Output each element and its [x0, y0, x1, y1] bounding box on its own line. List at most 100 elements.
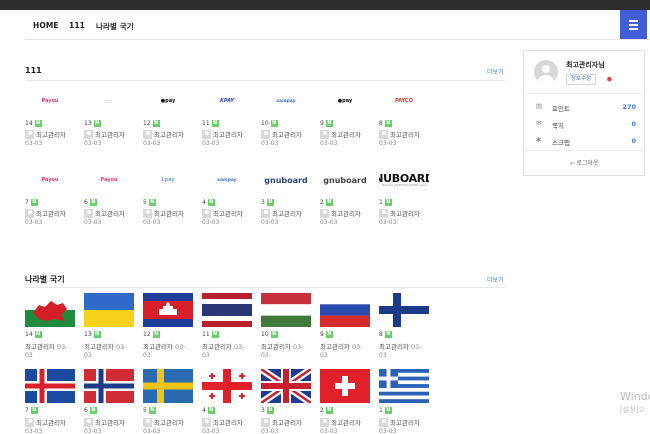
author-avatar-icon [379, 208, 388, 218]
post-thumbnail[interactable] [320, 369, 370, 403]
post-author: 최고관리자 03- [320, 343, 363, 351]
gallery-post-card[interactable]: ●pay 9 N 최고관리자 03-03 [320, 86, 370, 147]
gallery-post-card[interactable]: sampay 4 N 최고관리자 03-03 [202, 165, 252, 226]
profile-row-value[interactable]: 0 [631, 137, 636, 145]
post-thumbnail[interactable]: Payou [25, 86, 75, 116]
post-author: 최고관리자 03- [143, 343, 186, 351]
post-thumbnail[interactable] [25, 293, 75, 327]
point-icon: ▤ [536, 102, 543, 110]
post-date: 03-03 [202, 428, 220, 434]
flag-post-card[interactable]: 4 N 최고관리자 03-03 [202, 369, 252, 434]
post-number: 5 [143, 199, 147, 206]
gallery-post-card[interactable]: gnuboard 2 N 최고관리자 03-03 [320, 165, 370, 226]
section-title-111: 111 [25, 66, 42, 75]
post-thumbnail[interactable] [84, 369, 134, 403]
post-thumbnail[interactable] [202, 293, 252, 327]
flag-post-card[interactable]: 10 N 최고관리자 03- 03 [261, 293, 311, 359]
profile-row-value[interactable]: 270 [622, 103, 636, 111]
flag-post-card[interactable]: 12 N 최고관리자 03- 03 [143, 293, 193, 359]
flag-post-card[interactable]: 11 N 최고관리자 03- 03 [202, 293, 252, 359]
new-badge: N [325, 199, 333, 206]
gallery-post-card[interactable]: KPAY 11 N 최고관리자 03-03 [202, 86, 252, 147]
gallery-post-card[interactable]: PAYCO 8 N 최고관리자 03-03 [379, 86, 429, 147]
new-badge: N [270, 120, 278, 127]
nav-111[interactable]: 111 [69, 21, 85, 30]
post-thumbnail[interactable]: sampay [202, 165, 252, 195]
post-thumbnail[interactable]: gnuboard [320, 165, 370, 195]
gallery-post-card[interactable]: Payou 7 N 최고관리자 03-03 [25, 165, 75, 226]
post-number: 10 [261, 120, 269, 127]
post-author: 최고관리자 [261, 417, 311, 427]
flag-post-card[interactable]: 1 N 최고관리자 03-03 [379, 369, 429, 434]
post-thumbnail[interactable]: ●pay [320, 86, 370, 116]
post-date: 03-03 [143, 219, 161, 226]
more-link-111[interactable]: 더보기 [487, 67, 504, 76]
post-thumbnail[interactable]: NUBOARDultimate WEBFORUM/BBS www [379, 165, 429, 195]
post-thumbnail[interactable] [320, 293, 370, 327]
post-thumbnail[interactable] [202, 369, 252, 403]
new-badge: N [207, 199, 215, 206]
edit-profile-button[interactable]: 정보수정 [566, 74, 596, 85]
post-thumbnail[interactable]: PAYCO [379, 86, 429, 116]
post-number: 2 [320, 199, 324, 206]
profile-row-scrap[interactable]: ✱ 스크랩 0 [524, 133, 644, 151]
flag-post-card[interactable]: 2 N 최고관리자 03-03 [320, 369, 370, 434]
author-avatar-icon [261, 208, 270, 218]
gallery-post-card[interactable]: gnuboard 3 N 최고관리자 03-03 [261, 165, 311, 226]
profile-row-note[interactable]: ✉ 쪽지 0 [524, 116, 644, 134]
post-thumbnail[interactable]: ●pay [143, 86, 193, 116]
flag-post-card[interactable]: 8 N 최고관리자 03- 03 [379, 293, 429, 359]
hamburger-icon [629, 20, 638, 22]
gallery-post-card[interactable]: ●pay 12 N 최고관리자 03-03 [143, 86, 193, 147]
flag-post-card[interactable]: 14 N 최고관리자 03- 03 [25, 293, 75, 359]
nav-flags[interactable]: 나라별 국기 [96, 21, 134, 32]
post-thumbnail[interactable]: Lpay [143, 165, 193, 195]
profile-row-point[interactable]: ▤ 포인트 270 [524, 99, 644, 117]
post-thumbnail[interactable]: ▭ [84, 86, 134, 116]
new-badge: N [89, 199, 97, 206]
post-number: 1 [379, 407, 383, 414]
nav-home[interactable]: HOME [33, 21, 59, 30]
post-thumbnail[interactable] [143, 369, 193, 403]
flag-post-card[interactable]: 7 N 최고관리자 03-03 [25, 369, 75, 434]
post-thumbnail[interactable] [379, 293, 429, 327]
banner-logo: sampay [276, 98, 296, 104]
gallery-post-card[interactable]: Payou 14 N 최고관리자 03-03 [25, 86, 75, 147]
gallery-post-card[interactable]: Payou 6 N 최고관리자 03-03 [84, 165, 134, 226]
post-thumbnail[interactable]: sampay [261, 86, 311, 116]
post-thumbnail[interactable] [84, 293, 134, 327]
flag-post-card[interactable]: 3 N 최고관리자 03-03 [261, 369, 311, 434]
post-thumbnail[interactable] [143, 293, 193, 327]
post-thumbnail[interactable] [261, 293, 311, 327]
author-avatar-icon [143, 129, 152, 139]
section-title-flags: 나라별 국기 [25, 275, 65, 284]
post-thumbnail[interactable]: Payou [25, 165, 75, 195]
post-number: 10 [261, 331, 269, 338]
more-link-flags[interactable]: 더보기 [487, 275, 504, 284]
post-thumbnail[interactable]: KPAY [202, 86, 252, 116]
post-thumbnail[interactable]: Payou [84, 165, 134, 195]
post-thumbnail[interactable]: gnuboard [261, 165, 311, 195]
post-thumbnail[interactable] [25, 369, 75, 403]
post-thumbnail[interactable] [379, 369, 429, 403]
flag-post-card[interactable]: 13 N 최고관리자 03- 03 [84, 293, 134, 359]
banner-logo: Payou [100, 177, 118, 183]
settings-gear-icon[interactable]: ✹ [606, 75, 613, 84]
post-number: 4 [202, 407, 206, 414]
banner-logo: PAYCO [395, 98, 413, 104]
post-date: 03-03 [261, 219, 279, 226]
gallery-post-card[interactable]: NUBOARDultimate WEBFORUM/BBS www 1N 최고관리자0… [379, 165, 429, 226]
post-thumbnail[interactable] [261, 369, 311, 403]
gallery-post-card[interactable]: sampay 10 N 최고관리자 03-03 [261, 86, 311, 147]
logout-link[interactable]: ⇦ 로그아웃 [524, 158, 644, 167]
banner-logo: ●pay [337, 98, 353, 104]
flag-post-card[interactable]: 9 N 최고관리자 03- 03 [320, 293, 370, 359]
gallery-post-card[interactable]: ▭ 13 N 최고관리자 03-03 [84, 86, 134, 147]
flag-post-card[interactable]: 5 N 최고관리자 03-03 [143, 369, 193, 434]
switzerland-flag-image [320, 369, 370, 403]
hamburger-menu-button[interactable] [620, 10, 647, 39]
banner-logo: sampay [217, 177, 237, 183]
profile-row-value[interactable]: 0 [631, 120, 636, 128]
gallery-post-card[interactable]: Lpay 5 N 최고관리자 03-03 [143, 165, 193, 226]
flag-post-card[interactable]: 6 N 최고관리자 03-03 [84, 369, 134, 434]
